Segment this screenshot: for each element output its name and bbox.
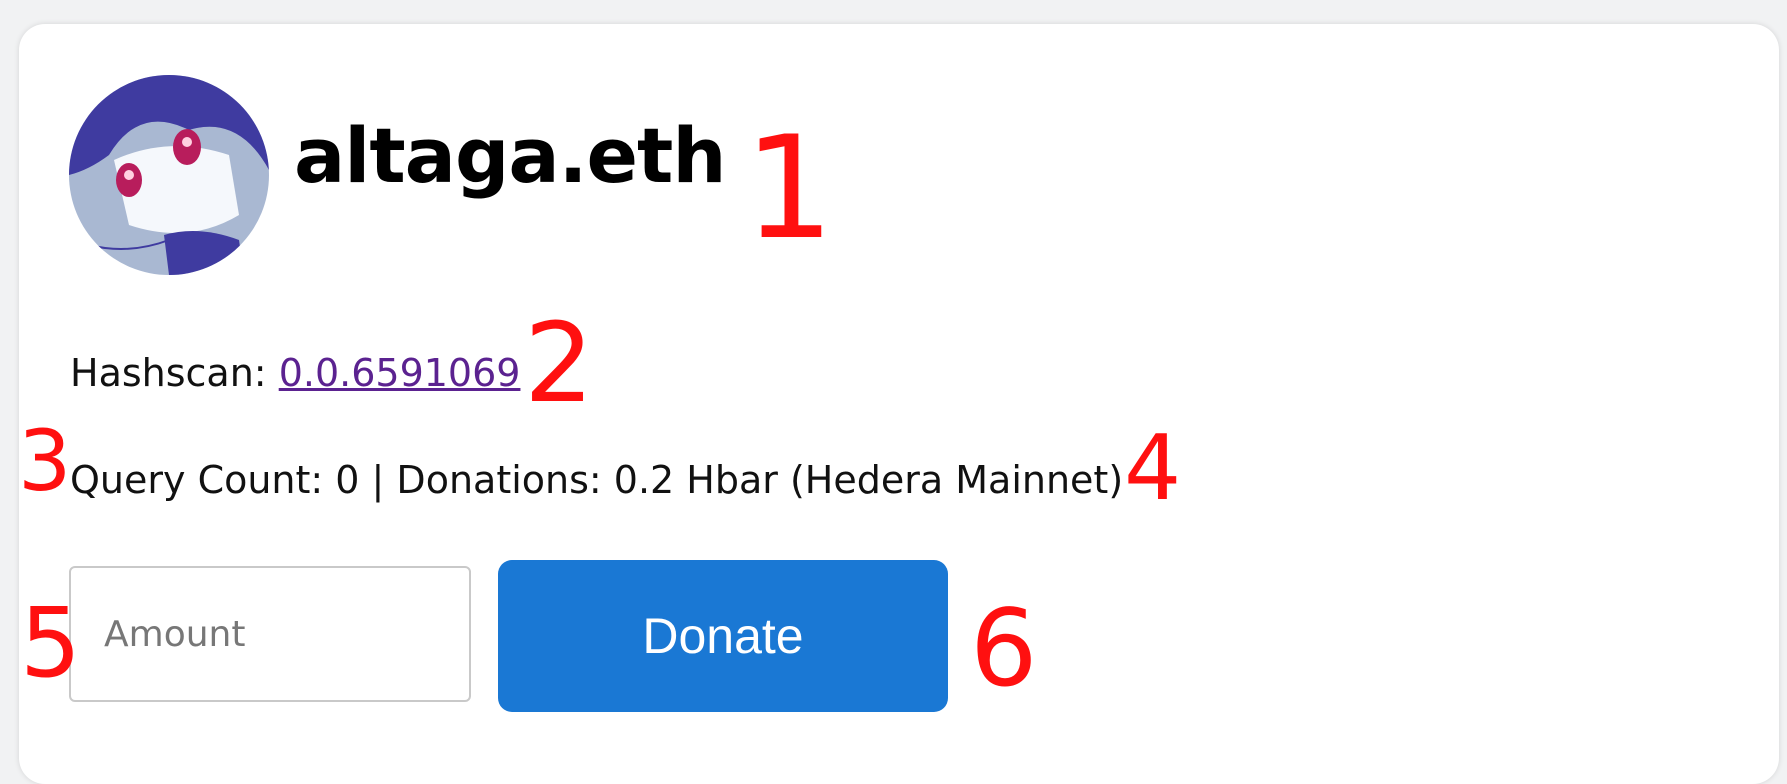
donate-button[interactable]: Donate [498, 560, 948, 712]
amount-input[interactable] [69, 566, 471, 702]
annotation-marker-5: 5 [20, 587, 82, 699]
profile-card: altaga.eth Hashscan: 0.0.6591069 Query C… [19, 24, 1779, 784]
avatar [69, 75, 269, 275]
avatar-image-icon [69, 75, 269, 275]
hashscan-label: Hashscan: [70, 351, 267, 395]
stats-text: Query Count: 0 | Donations: 0.2 Hbar (He… [70, 458, 1124, 502]
profile-name: altaga.eth [294, 111, 726, 200]
annotation-marker-6: 6 [970, 587, 1038, 710]
hashscan-row: Hashscan: 0.0.6591069 [70, 354, 520, 392]
annotation-marker-2: 2 [524, 299, 594, 427]
hashscan-account-link[interactable]: 0.0.6591069 [279, 351, 521, 395]
annotation-marker-3: 3 [18, 412, 72, 510]
annotation-marker-1: 1 [744, 106, 835, 271]
annotation-marker-4: 4 [1124, 416, 1182, 521]
